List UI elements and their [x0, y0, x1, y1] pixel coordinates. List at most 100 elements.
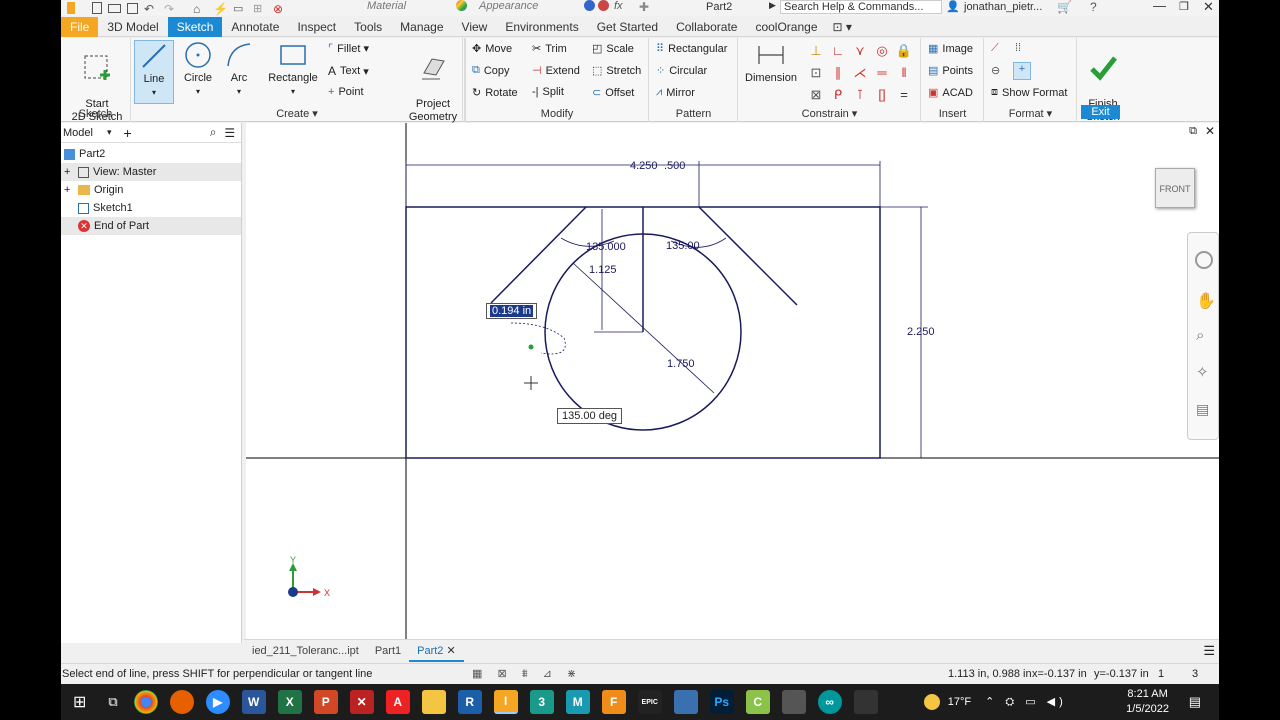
- offset-button[interactable]: ⊂ Offset: [592, 86, 634, 100]
- tab-coolorange[interactable]: coolOrange: [746, 17, 826, 37]
- center-point-icon[interactable]: ⊖: [991, 64, 1000, 77]
- driven-dimension-icon[interactable]: +: [1013, 62, 1031, 80]
- powerpoint-icon[interactable]: P: [313, 690, 338, 714]
- perpendicular-constraint-icon[interactable]: ∟: [827, 40, 849, 62]
- user-name[interactable]: jonathan_pietr...: [964, 1, 1042, 13]
- tree-item-view-master[interactable]: + View: Master: [61, 163, 241, 181]
- epic-games-icon[interactable]: EPIC: [637, 690, 662, 714]
- tray-icons[interactable]: ⌃ ⛭ ▭ ◀): [985, 695, 1067, 709]
- tab-tools[interactable]: Tools: [345, 17, 391, 37]
- circular-pattern-button[interactable]: ⁘ Circular: [656, 64, 707, 78]
- tab-collaborate[interactable]: Collaborate: [667, 17, 746, 37]
- graphics-canvas[interactable]: 4.250 .500 2.250 135.000 135.00 1.125 1.…: [246, 123, 1219, 641]
- rectangular-pattern-button[interactable]: ⠿ Rectangular: [656, 42, 727, 56]
- fillet-button[interactable]: ⌜ Fillet ▾: [328, 42, 369, 56]
- firefox-icon[interactable]: [169, 690, 194, 714]
- horizontal-constraint-icon[interactable]: ═: [871, 62, 893, 84]
- app-blue-icon[interactable]: [673, 690, 698, 714]
- undo-icon[interactable]: ↶: [144, 2, 158, 16]
- image-button[interactable]: ▦ Image: [928, 42, 973, 56]
- arc-button[interactable]: Arc ▾: [222, 40, 256, 98]
- point-button[interactable]: + Point: [328, 86, 364, 98]
- revit-icon[interactable]: R: [457, 690, 482, 714]
- ribbon-options-icon[interactable]: ⊡ ▾: [827, 17, 858, 37]
- search-input[interactable]: Search Help & Commands...: [780, 0, 942, 14]
- windows-start-icon[interactable]: ⊞: [73, 692, 86, 712]
- coincident-constraint-icon[interactable]: ⊥: [805, 40, 827, 62]
- circle-button[interactable]: Circle ▾: [180, 40, 216, 98]
- length-input[interactable]: 0.194 in: [486, 303, 538, 319]
- steering-wheel-icon[interactable]: [1195, 251, 1213, 269]
- chrome-icon[interactable]: [133, 690, 158, 714]
- tab-file[interactable]: File: [61, 16, 99, 37]
- equal-constraint-icon[interactable]: ⊺: [849, 84, 871, 106]
- doc-tab-part1[interactable]: Part1: [367, 640, 409, 662]
- parallel-constraint-icon[interactable]: ∥: [827, 62, 849, 84]
- select-icon[interactable]: ▭: [233, 2, 247, 15]
- restore-icon[interactable]: ❐: [1179, 0, 1189, 13]
- constraint-settings-icon[interactable]: ⊠: [805, 84, 827, 106]
- tree-item-part2[interactable]: Part2: [61, 145, 241, 163]
- word-icon[interactable]: W: [241, 690, 266, 714]
- copy-button[interactable]: ⧉ Copy: [472, 64, 510, 77]
- tree-item-sketch1[interactable]: Sketch1: [61, 199, 241, 217]
- browser-title[interactable]: Model: [63, 127, 93, 139]
- status-tool-icons[interactable]: ▦ ⊠ ⩩ ⊿ ⋇: [472, 667, 582, 681]
- arduino-icon[interactable]: ∞: [817, 690, 842, 714]
- close-tab-icon[interactable]: ✕: [446, 645, 455, 657]
- stretch-button[interactable]: ⬚ Stretch: [592, 64, 641, 78]
- browser-dropdown-icon[interactable]: ▾: [107, 127, 112, 138]
- 3dsmax-icon[interactable]: 3: [529, 690, 554, 714]
- weather-temp[interactable]: 17°F: [948, 696, 971, 708]
- photoshop-icon[interactable]: Ps: [709, 690, 734, 714]
- rectangle-button[interactable]: Rectangle ▾: [264, 40, 322, 98]
- help-icon[interactable]: ?: [1090, 0, 1097, 14]
- expand-icon[interactable]: +: [64, 166, 74, 178]
- open-file-icon[interactable]: [108, 3, 121, 13]
- acad-button[interactable]: ▣ ACAD: [928, 86, 973, 100]
- mirror-button[interactable]: ⩘ Mirror: [656, 86, 695, 99]
- fix-constraint-icon[interactable]: 🔒: [893, 40, 915, 62]
- browser-menu-icon[interactable]: ☰: [224, 126, 235, 140]
- redo-icon[interactable]: ↷: [164, 2, 178, 16]
- tab-inspect[interactable]: Inspect: [288, 17, 345, 37]
- plus-icon[interactable]: ✚: [639, 0, 649, 14]
- tab-sketch[interactable]: Sketch: [167, 16, 223, 37]
- angle-input[interactable]: 135.00 deg: [557, 408, 623, 424]
- extend-button[interactable]: ⊣ Extend: [532, 64, 580, 78]
- tab-view[interactable]: View: [453, 17, 497, 37]
- auto-dimension-icon[interactable]: ⊡: [805, 62, 827, 84]
- save-icon[interactable]: [127, 2, 138, 14]
- format-group-label[interactable]: Format ▾: [985, 107, 1076, 120]
- line-button[interactable]: Line ▾: [134, 40, 174, 104]
- pan-icon[interactable]: ✋: [1196, 291, 1216, 311]
- smooth-constraint-icon[interactable]: ᑭ: [827, 84, 849, 106]
- browser-add-icon[interactable]: +: [124, 125, 132, 141]
- tree-item-origin[interactable]: + Origin: [61, 181, 241, 199]
- orbit-icon[interactable]: ✧: [1196, 363, 1209, 381]
- new-file-icon[interactable]: [92, 2, 102, 14]
- measure-icon[interactable]: ⊞: [253, 2, 267, 15]
- zoom-icon[interactable]: ⌕: [1196, 327, 1204, 344]
- adjust-appearance-icon[interactable]: [598, 0, 609, 11]
- show-format-button[interactable]: ⧈ Show Format: [991, 86, 1067, 99]
- construction-icon[interactable]: ⟋: [991, 42, 999, 55]
- canvas-maximize-icon[interactable]: ⧉: [1189, 125, 1197, 138]
- equal-sign-constraint-icon[interactable]: =: [893, 84, 915, 106]
- update-icon[interactable]: ⚡: [213, 2, 228, 16]
- material-dropdown[interactable]: Material: [367, 0, 406, 14]
- clear-appearance-icon[interactable]: [584, 0, 595, 11]
- vertical-constraint-icon[interactable]: ‖: [893, 62, 915, 84]
- constrain-group-label[interactable]: Constrain ▾: [739, 107, 920, 120]
- app-dark-icon[interactable]: [853, 690, 878, 714]
- fusion-icon[interactable]: F: [601, 690, 626, 714]
- zoom-app-icon[interactable]: ▶: [205, 690, 230, 714]
- sketch-drawing[interactable]: 4.250 .500 2.250 135.000 135.00 1.125 1.…: [246, 123, 1219, 641]
- doc-tab-tolerance[interactable]: ied_211_Toleranc...ipt: [244, 640, 367, 662]
- split-button[interactable]: -| Split: [532, 86, 564, 98]
- app-gray-icon[interactable]: [781, 690, 806, 714]
- app-green-icon[interactable]: C: [745, 690, 770, 714]
- minimize-icon[interactable]: —: [1153, 0, 1166, 13]
- text-button[interactable]: A Text ▾: [328, 64, 369, 78]
- tab-annotate[interactable]: Annotate: [222, 17, 288, 37]
